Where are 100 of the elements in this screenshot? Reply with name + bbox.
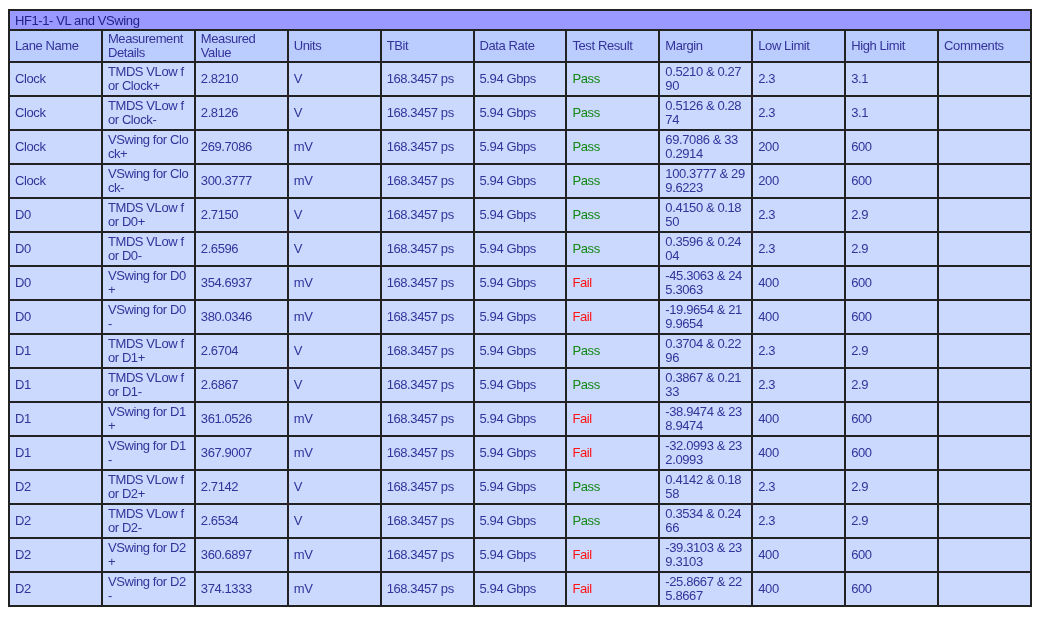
table-cell: TMDS VLow for D2+ [101, 470, 195, 504]
table-cell: 2.7150 [194, 198, 288, 232]
result-cell: Fail [566, 300, 660, 334]
table-cell: 168.3457 ps [380, 368, 474, 402]
table-cell: 600 [845, 164, 939, 198]
result-cell: Pass [566, 504, 660, 538]
table-cell: 168.3457 ps [380, 402, 474, 436]
table-cell: 2.7142 [194, 470, 288, 504]
table-cell: 400 [752, 436, 846, 470]
table-cell: 400 [752, 402, 846, 436]
table-cell: 400 [752, 266, 846, 300]
table-cell: 100.3777 & 299.6223 [659, 164, 753, 198]
table-cell: VSwing for D2- [101, 572, 195, 606]
table-cell: 5.94 Gbps [473, 96, 567, 130]
table-cell: 400 [752, 300, 846, 334]
table-cell: TMDS VLow for Clock- [101, 96, 195, 130]
table-cell: 2.9 [845, 334, 939, 368]
table-cell: V [287, 368, 381, 402]
table-cell: 168.3457 ps [380, 266, 474, 300]
table-cell: 2.8126 [194, 96, 288, 130]
table-cell: 5.94 Gbps [473, 572, 567, 606]
table-cell: D0 [9, 198, 102, 232]
table-cell: mV [287, 300, 381, 334]
table-cell: 400 [752, 538, 846, 572]
table-cell: 168.3457 ps [380, 436, 474, 470]
table-cell: 5.94 Gbps [473, 334, 567, 368]
table-cell: 2.6534 [194, 504, 288, 538]
table-cell: VSwing for Clock- [101, 164, 195, 198]
table-cell: -25.8667 & 225.8667 [659, 572, 753, 606]
table-cell: 3.1 [845, 62, 939, 96]
table-cell: 0.3704 & 0.2296 [659, 334, 753, 368]
table-cell: 0.5210 & 0.2790 [659, 62, 753, 96]
table-cell: 2.3 [752, 368, 846, 402]
table-cell: mV [287, 572, 381, 606]
table-cell: 300.3777 [194, 164, 288, 198]
table-cell: 354.6937 [194, 266, 288, 300]
column-header: Test Result [566, 30, 660, 62]
result-cell: Pass [566, 62, 660, 96]
table-cell: 0.5126 & 0.2874 [659, 96, 753, 130]
table-cell: 2.9 [845, 198, 939, 232]
table-cell: D1 [9, 436, 102, 470]
table-cell: mV [287, 164, 381, 198]
table-cell: 5.94 Gbps [473, 164, 567, 198]
table-cell: D1 [9, 402, 102, 436]
table-cell: VSwing for D1- [101, 436, 195, 470]
result-cell: Fail [566, 436, 660, 470]
table-cell: -19.9654 & 219.9654 [659, 300, 753, 334]
table-cell: mV [287, 130, 381, 164]
table-cell: 5.94 Gbps [473, 368, 567, 402]
column-header: Comments [938, 30, 1031, 62]
table-cell: D2 [9, 504, 102, 538]
table-cell: V [287, 232, 381, 266]
column-header: Units [287, 30, 381, 62]
table-cell: 0.4150 & 0.1850 [659, 198, 753, 232]
table-cell: 168.3457 ps [380, 470, 474, 504]
table-cell: 168.3457 ps [380, 300, 474, 334]
table-cell: -39.3103 & 239.3103 [659, 538, 753, 572]
table-cell: 168.3457 ps [380, 572, 474, 606]
table-cell: D2 [9, 572, 102, 606]
result-cell: Pass [566, 198, 660, 232]
column-header: TBit [380, 30, 474, 62]
table-cell: 600 [845, 300, 939, 334]
table-cell: TMDS VLow for D2- [101, 504, 195, 538]
table-cell: 200 [752, 164, 846, 198]
table-cell: 600 [845, 572, 939, 606]
table-cell: -38.9474 & 238.9474 [659, 402, 753, 436]
result-cell: Pass [566, 334, 660, 368]
result-cell: Fail [566, 402, 660, 436]
table-cell: 5.94 Gbps [473, 62, 567, 96]
table-cell: 5.94 Gbps [473, 470, 567, 504]
result-cell: Pass [566, 164, 660, 198]
table-cell: -32.0993 & 232.0993 [659, 436, 753, 470]
table-cell: 374.1333 [194, 572, 288, 606]
table-cell: 360.6897 [194, 538, 288, 572]
table-cell: TMDS VLow for D0- [101, 232, 195, 266]
table-cell: Clock [9, 62, 102, 96]
table-cell: 5.94 Gbps [473, 198, 567, 232]
table-cell: 0.3867 & 0.2133 [659, 368, 753, 402]
table-cell: mV [287, 436, 381, 470]
table-cell: 69.7086 & 330.2914 [659, 130, 753, 164]
table-cell: TMDS VLow for D1+ [101, 334, 195, 368]
table-cell: 168.3457 ps [380, 130, 474, 164]
column-header: Lane Name [9, 30, 102, 62]
table-cell: D0 [9, 232, 102, 266]
table-cell: 5.94 Gbps [473, 436, 567, 470]
table-cell: 600 [845, 130, 939, 164]
table-cell: D0 [9, 266, 102, 300]
result-cell: Fail [566, 538, 660, 572]
table-cell: 269.7086 [194, 130, 288, 164]
table-cell: 168.3457 ps [380, 538, 474, 572]
table-cell: 2.3 [752, 470, 846, 504]
table-cell: 361.0526 [194, 402, 288, 436]
table-cell: 5.94 Gbps [473, 232, 567, 266]
table-cell: V [287, 62, 381, 96]
table-cell: 5.94 Gbps [473, 300, 567, 334]
table-cell: mV [287, 402, 381, 436]
table-cell: 5.94 Gbps [473, 402, 567, 436]
table-cell: mV [287, 266, 381, 300]
table-cell: 2.3 [752, 334, 846, 368]
table-cell: 600 [845, 436, 939, 470]
